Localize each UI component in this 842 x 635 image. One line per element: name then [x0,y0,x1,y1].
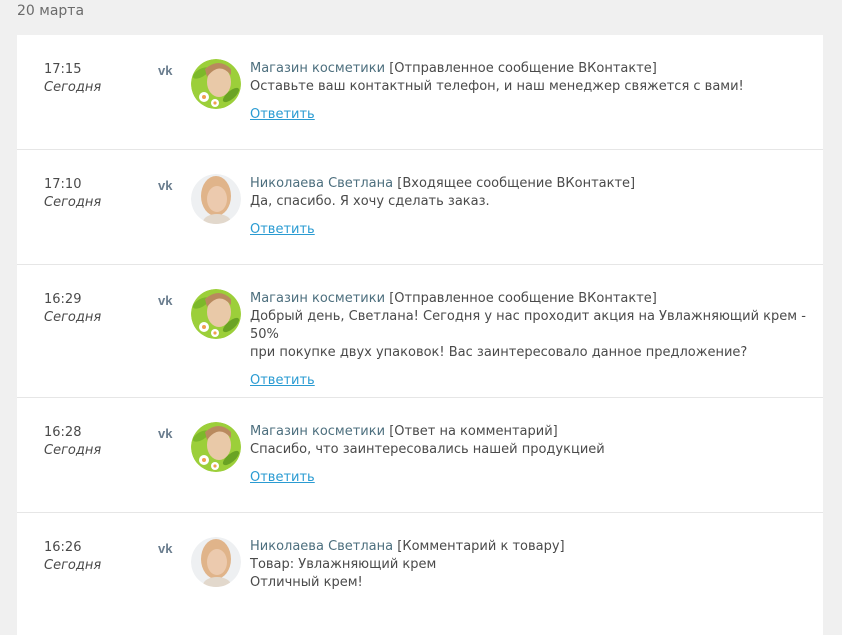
message-type: [Входящее сообщение ВКонтакте] [397,176,636,191]
reply-link[interactable]: Ответить [250,372,315,390]
feed-entry: 17:10 Сегодня vk Николаева Светлана [Вхо… [17,150,823,265]
shop-avatar [191,289,241,339]
svg-text:vk: vk [158,541,173,555]
message-type: [Отправленное сообщение ВКонтакте] [389,61,657,76]
vk-icon: vk [158,540,178,556]
message-type: [Комментарий к товару] [397,539,565,554]
reply-link[interactable]: Ответить [250,106,315,124]
entry-time: 16:26 [44,540,82,555]
feed-entry: 16:28 Сегодня vk Магазин косметики [Отве… [17,398,823,513]
message-text: Добрый день, Светлана! Сегодня у нас про… [250,309,806,342]
entry-day: Сегодня [44,558,102,573]
entry-day: Сегодня [44,195,102,210]
svg-text:vk: vk [158,426,173,440]
shop-avatar [191,422,241,472]
shop-avatar [191,59,241,109]
author-name[interactable]: Магазин косметики [250,424,385,439]
message-text: Товар: Увлажняющий крем [250,557,437,572]
vk-icon: vk [158,62,178,78]
entry-time: 17:10 [44,177,82,192]
entry-time: 17:15 [44,62,82,77]
vk-icon: vk [158,425,178,441]
reply-link[interactable]: Ответить [250,221,315,239]
message-type: [Ответ на комментарий] [389,424,558,439]
message-text: Отличный крем! [250,575,363,590]
author-name[interactable]: Магазин косметики [250,291,385,306]
message-text: при покупке двух упаковок! Вас заинтерес… [250,345,748,360]
entry-time: 16:29 [44,292,82,307]
message-text: Да, спасибо. Я хочу сделать заказ. [250,194,490,209]
feed-entry: 16:29 Сегодня vk Магазин косметики [Отпр… [17,265,823,398]
author-name[interactable]: Магазин косметики [250,61,385,76]
vk-icon: vk [158,292,178,308]
feed-entry: 17:15 Сегодня vk Магазин косметики [Отпр… [17,35,823,150]
date-header: 20 марта [17,3,85,19]
entry-day: Сегодня [44,80,102,95]
message-text: Спасибо, что заинтересовались нашей прод… [250,442,605,457]
author-name[interactable]: Николаева Светлана [250,539,393,554]
svg-text:vk: vk [158,293,173,307]
user-avatar [191,537,241,587]
entry-day: Сегодня [44,310,102,325]
message-text: Оставьте ваш контактный телефон, и наш м… [250,79,744,94]
vk-icon: vk [158,177,178,193]
entry-day: Сегодня [44,443,102,458]
svg-text:vk: vk [158,63,173,77]
svg-text:vk: vk [158,178,173,192]
feed-entry: 16:26 Сегодня vk Николаева Светлана [Ком… [17,513,823,627]
reply-link[interactable]: Ответить [250,469,315,487]
activity-feed: 17:15 Сегодня vk Магазин косметики [Отпр… [17,35,823,635]
message-type: [Отправленное сообщение ВКонтакте] [389,291,657,306]
author-name[interactable]: Николаева Светлана [250,176,393,191]
entry-time: 16:28 [44,425,82,440]
user-avatar [191,174,241,224]
